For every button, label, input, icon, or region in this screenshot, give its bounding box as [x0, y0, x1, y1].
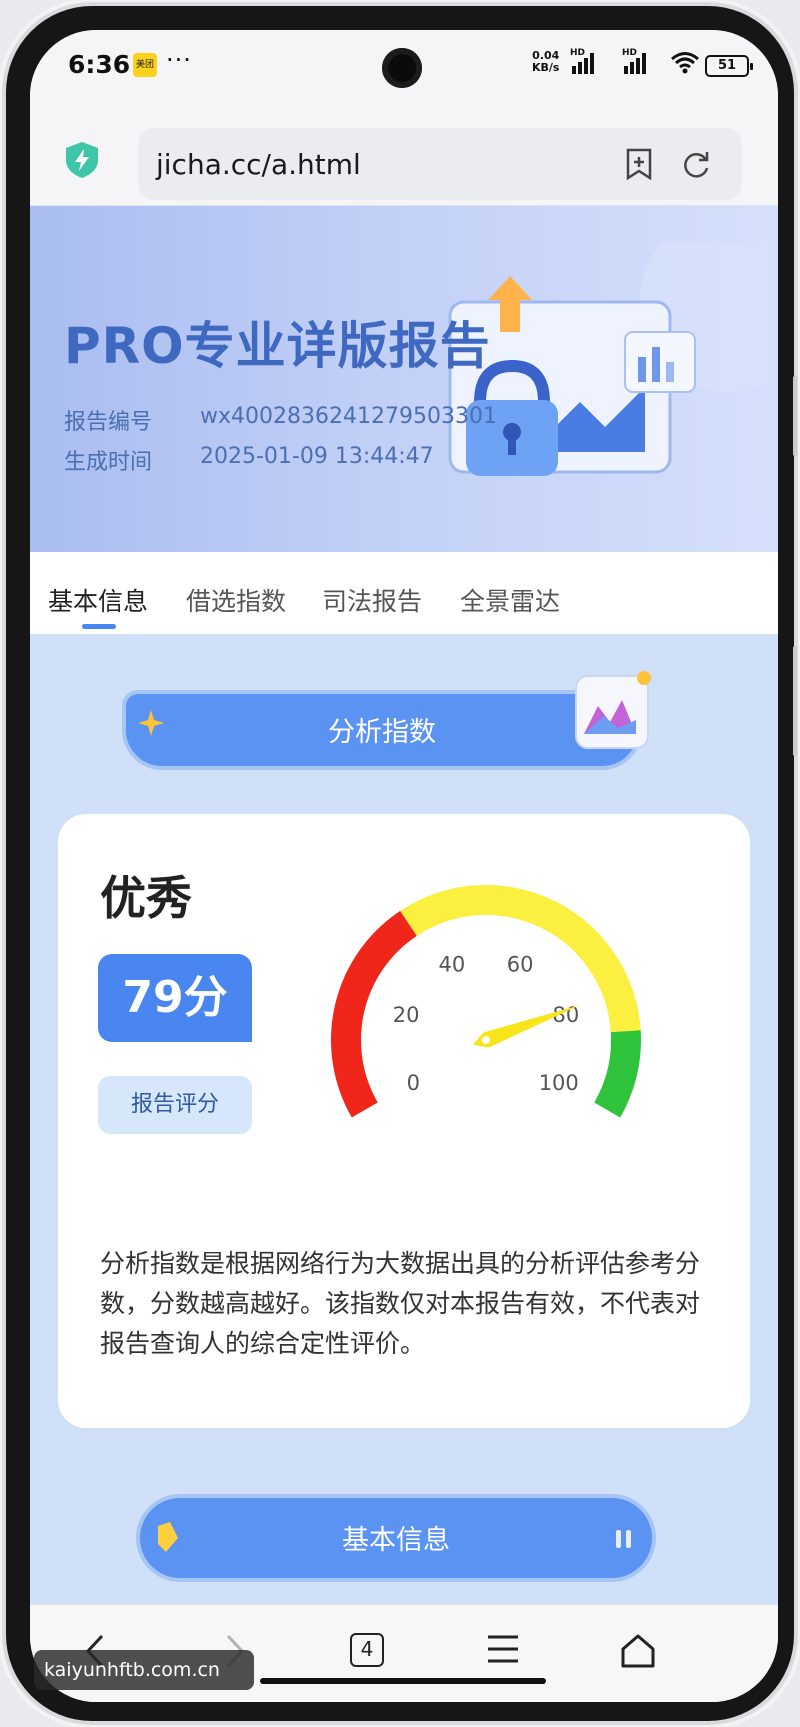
report-banner: PRO专业详版报告 报告编号 wx4002836241279503301 生成时… — [30, 206, 778, 552]
screen: 6:36 美团 ··· 0.04 KB/s HD HD 51 jicha.cc/… — [30, 30, 778, 1702]
tabs-icon[interactable]: 4 — [350, 1633, 384, 1667]
status-bar: 6:36 美团 ··· 0.04 KB/s HD HD 51 — [30, 30, 778, 102]
score-grade: 优秀 — [100, 871, 192, 925]
gauge-tick-label: 60 — [507, 952, 534, 976]
menu-icon[interactable] — [486, 1633, 520, 1665]
home-icon[interactable] — [620, 1633, 656, 1669]
signal-2-icon — [624, 52, 646, 74]
url-text[interactable]: jicha.cc/a.html — [156, 148, 361, 181]
tab-judicial-report[interactable]: 司法报告 — [322, 582, 422, 618]
generated-time: 2025-01-09 13:44:47 — [200, 444, 434, 469]
wifi-icon — [671, 52, 699, 74]
analytics-chart-icon — [575, 671, 651, 749]
gauge-tick-label: 100 — [539, 1071, 579, 1095]
battery-icon: 51 — [705, 55, 753, 77]
generated-time-label: 生成时间 — [64, 450, 153, 475]
reload-icon[interactable] — [680, 148, 712, 180]
watermark-text: kaiyunhftb.com.cn — [34, 1650, 254, 1690]
report-illustration — [448, 242, 770, 476]
browser-address-bar: jicha.cc/a.html — [30, 102, 778, 206]
score-card: 优秀 79分 报告评分 0 20 40 60 80 100 分析指数是根据网络行为大数据出… — [58, 814, 750, 1428]
basic-info-header: 基本信息 — [136, 1494, 656, 1582]
analysis-index-header: 分析指数 — [122, 690, 642, 770]
basic-info-title: 基本信息 — [342, 1525, 450, 1556]
gauge-arc-green — [594, 1030, 641, 1118]
analysis-index-title: 分析指数 — [328, 717, 436, 748]
score-value: 79分 — [98, 954, 252, 1042]
power-button — [793, 646, 797, 756]
gauge-tick-label: 20 — [393, 1003, 420, 1027]
report-number-label: 报告编号 — [64, 410, 153, 435]
phone-frame: 6:36 美团 ··· 0.04 KB/s HD HD 51 jicha.cc/… — [6, 6, 797, 1721]
network-speed: 0.04 KB/s — [532, 50, 559, 74]
signal-1-icon — [572, 52, 594, 74]
report-title: PRO专业详版报告 — [64, 317, 491, 375]
score-label: 报告评分 — [98, 1076, 252, 1134]
front-camera — [382, 48, 422, 88]
tab-credit-index[interactable]: 借选指数 — [186, 582, 286, 618]
security-shield-icon[interactable] — [62, 140, 102, 180]
volume-button — [793, 376, 797, 456]
home-indicator[interactable] — [260, 1678, 546, 1684]
score-description: 分析指数是根据网络行为大数据出具的分析评估参考分数，分数越高越好。该指数仅对本报… — [100, 1249, 701, 1358]
gauge-tick-label: 40 — [438, 952, 465, 976]
status-time: 6:36 — [68, 50, 131, 79]
gauge-tick-label: 0 — [407, 1071, 420, 1095]
gauge-hub — [482, 1036, 490, 1044]
score-gauge: 02040 6080100 — [331, 885, 641, 1118]
active-tab-indicator — [82, 624, 116, 629]
tab-panorama-radar[interactable]: 全景雷达 — [460, 582, 560, 618]
network-speed-unit: KB/s — [532, 61, 560, 74]
url-field[interactable]: jicha.cc/a.html — [138, 128, 742, 200]
pause-icon — [616, 1530, 631, 1548]
report-tabs: 基本信息 借选指数 司法报告 全景雷达 — [30, 552, 778, 634]
meituan-app-icon: 美团 — [133, 53, 157, 77]
report-number: wx4002836241279503301 — [200, 404, 497, 429]
tab-basic-info[interactable]: 基本信息 — [48, 582, 148, 618]
add-bookmark-icon[interactable] — [624, 148, 654, 180]
more-notifications-icon: ··· — [166, 46, 192, 74]
